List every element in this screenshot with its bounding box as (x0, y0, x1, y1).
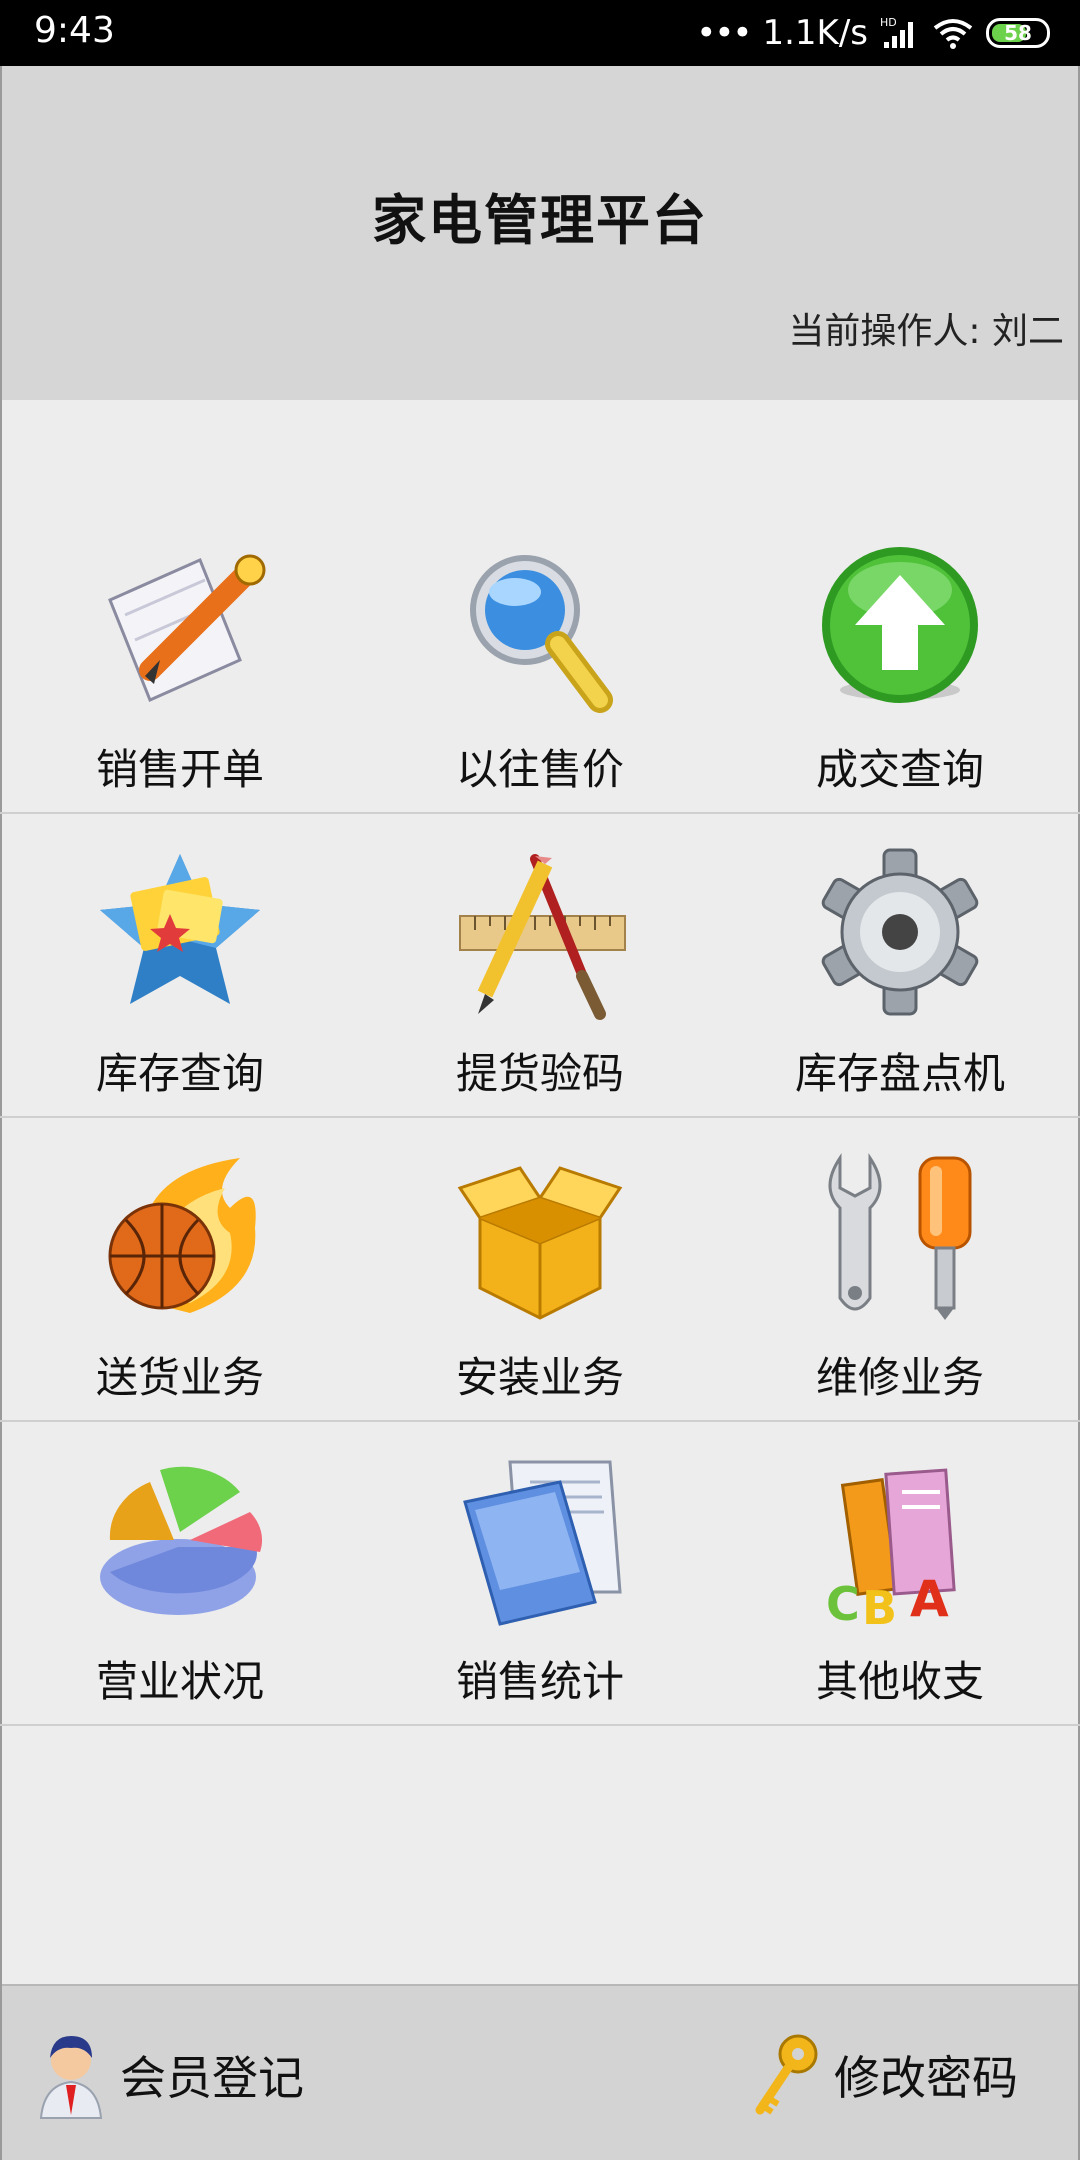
key-icon (755, 2034, 818, 2115)
pie-chart-icon (100, 1466, 263, 1615)
tile-inventory-query[interactable]: 库存查询 (0, 814, 360, 1116)
status-bar: 9:43 ••• 1.1K/s HD 58 (0, 0, 1080, 66)
gear-icon (821, 848, 979, 1016)
cell-signal-icon: HD (880, 16, 913, 48)
svg-text:C: C (826, 1577, 860, 1631)
books-abc-icon: C B A (826, 1468, 956, 1632)
grid-row: 送货业务 安装业务 维修业务 (0, 1118, 1080, 1422)
tile-label: 维修业务 (815, 1353, 984, 1402)
wifi-icon (933, 19, 973, 49)
app-header: 家电管理平台 当前操作人: 刘二 (2, 66, 1078, 400)
more-notifications-icon: ••• (696, 13, 752, 53)
tile-sales-order[interactable]: 销售开单 (0, 510, 360, 812)
tile-label: 提货验码 (455, 1049, 624, 1098)
user-avatar-icon (39, 2036, 103, 2119)
tile-other-income[interactable]: C B A 其他收支 (720, 1422, 1080, 1724)
grid-row: 销售开单 以往售价 成交查询 (0, 510, 1080, 814)
tile-label: 安装业务 (455, 1353, 624, 1402)
tile-label: 以往售价 (455, 745, 624, 794)
page-title: 家电管理平台 (372, 189, 708, 252)
tile-delivery[interactable]: 送货业务 (0, 1118, 360, 1420)
magnifier-icon (470, 555, 613, 713)
tile-label: 成交查询 (815, 745, 984, 794)
tile-label: 库存盘点机 (794, 1049, 1005, 1098)
tile-label: 营业状况 (95, 1657, 264, 1706)
tile-business-status[interactable]: 营业状况 (0, 1422, 360, 1724)
grid-row: 库存查询 提货验码 库存盘点机 (0, 814, 1080, 1118)
tile-stocktake[interactable]: 库存盘点机 (720, 814, 1080, 1116)
tile-installation[interactable]: 安装业务 (360, 1118, 720, 1420)
ruler-pencil-icon (459, 854, 626, 1020)
function-grid: 销售开单 以往售价 成交查询 库存查询 提货验码 库存盘点机 送货业务 安装业务… (0, 510, 1080, 1726)
svg-text:A: A (910, 1570, 949, 1628)
battery-icon: 58 (986, 18, 1050, 48)
bottom-bar: 会员登记 修改密码 (2, 1984, 1078, 2160)
member-register-button[interactable]: 会员登记 (36, 2030, 304, 2120)
green-up-arrow-icon (822, 547, 978, 703)
tile-label: 库存查询 (95, 1049, 264, 1098)
change-password-label: 修改密码 (834, 2051, 1018, 2105)
document-book-icon (463, 1460, 622, 1626)
tile-sales-stats[interactable]: 销售统计 (360, 1422, 720, 1724)
flaming-basketball-icon (108, 1158, 256, 1313)
svg-text:HD: HD (880, 16, 897, 29)
svg-text:B: B (862, 1581, 897, 1632)
network-speed: 1.1K/s (762, 13, 868, 53)
star-cards-icon (100, 854, 260, 1004)
tile-past-prices[interactable]: 以往售价 (360, 510, 720, 812)
wrench-screwdriver-icon (828, 1153, 972, 1320)
battery-level: 58 (1004, 21, 1032, 45)
open-box-icon (457, 1166, 623, 1320)
tile-label: 销售开单 (95, 745, 264, 794)
tile-repair[interactable]: 维修业务 (720, 1118, 1080, 1420)
grid-row: 营业状况 销售统计 C B A 其他收支 (0, 1422, 1080, 1726)
tile-pickup-verify[interactable]: 提货验码 (360, 814, 720, 1116)
status-time: 9:43 (34, 10, 115, 51)
current-operator: 当前操作人: 刘二 (788, 311, 1064, 352)
tile-deal-query[interactable]: 成交查询 (720, 510, 1080, 812)
document-pen-icon (108, 554, 266, 703)
tile-label: 销售统计 (455, 1657, 624, 1706)
change-password-button[interactable]: 修改密码 (750, 2030, 1018, 2120)
member-register-label: 会员登记 (120, 2051, 304, 2105)
tile-label: 其他收支 (815, 1657, 984, 1706)
tile-label: 送货业务 (95, 1353, 264, 1402)
